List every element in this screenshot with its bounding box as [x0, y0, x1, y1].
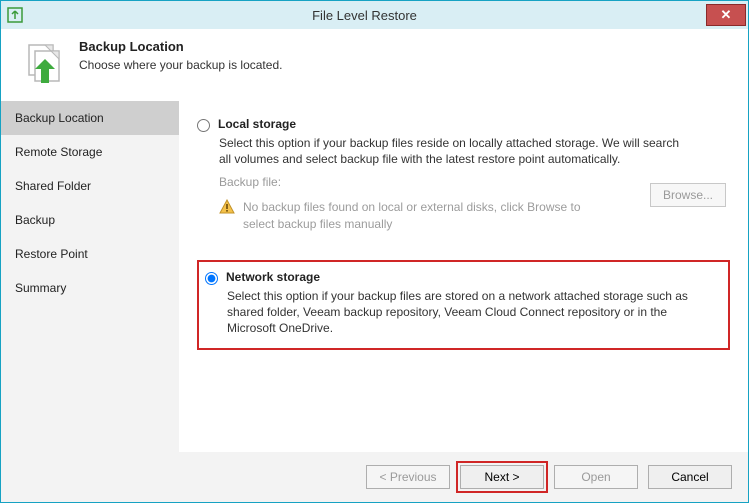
open-button[interactable]: Open: [554, 465, 638, 489]
footer: < Previous Next > Open Cancel: [1, 452, 748, 502]
network-storage-desc: Select this option if your backup files …: [227, 288, 697, 337]
radio-network-label: Network storage: [226, 270, 320, 284]
next-button[interactable]: Next >: [460, 465, 544, 489]
window-title: File Level Restore: [23, 8, 706, 23]
option-network-storage: Network storage Select this option if yo…: [197, 260, 730, 351]
sidebar-item-restore-point[interactable]: Restore Point: [1, 237, 179, 271]
previous-button[interactable]: < Previous: [366, 465, 450, 489]
cancel-button[interactable]: Cancel: [648, 465, 732, 489]
browse-button[interactable]: Browse...: [650, 183, 726, 207]
radio-local-storage[interactable]: Local storage: [197, 117, 730, 132]
app-icon: [7, 7, 23, 23]
titlebar: File Level Restore ✕: [1, 1, 748, 29]
sidebar: Backup Location Remote Storage Shared Fo…: [1, 101, 179, 452]
page-title: Backup Location: [79, 39, 282, 54]
header-icon: [21, 39, 69, 87]
header-text: Backup Location Choose where your backup…: [79, 39, 282, 72]
wizard-body: Backup Location Remote Storage Shared Fo…: [1, 101, 748, 452]
radio-network-storage[interactable]: Network storage: [205, 270, 718, 285]
local-storage-desc: Select this option if your backup files …: [219, 135, 689, 167]
radio-local-label: Local storage: [218, 117, 296, 131]
window: File Level Restore ✕ Backup Location Cho…: [0, 0, 749, 503]
radio-network-input[interactable]: [205, 272, 218, 285]
close-button[interactable]: ✕: [706, 4, 746, 26]
option-local-storage: Local storage Select this option if your…: [197, 117, 730, 232]
sidebar-item-summary[interactable]: Summary: [1, 271, 179, 305]
warning-icon: [219, 199, 235, 215]
warning-text: No backup files found on local or extern…: [243, 199, 603, 231]
sidebar-item-backup[interactable]: Backup: [1, 203, 179, 237]
page-subtitle: Choose where your backup is located.: [79, 58, 282, 72]
sidebar-item-backup-location[interactable]: Backup Location: [1, 101, 179, 135]
content-panel: Local storage Select this option if your…: [179, 101, 748, 452]
sidebar-item-shared-folder[interactable]: Shared Folder: [1, 169, 179, 203]
radio-local-input[interactable]: [197, 119, 210, 132]
sidebar-item-remote-storage[interactable]: Remote Storage: [1, 135, 179, 169]
page-header: Backup Location Choose where your backup…: [1, 29, 748, 101]
